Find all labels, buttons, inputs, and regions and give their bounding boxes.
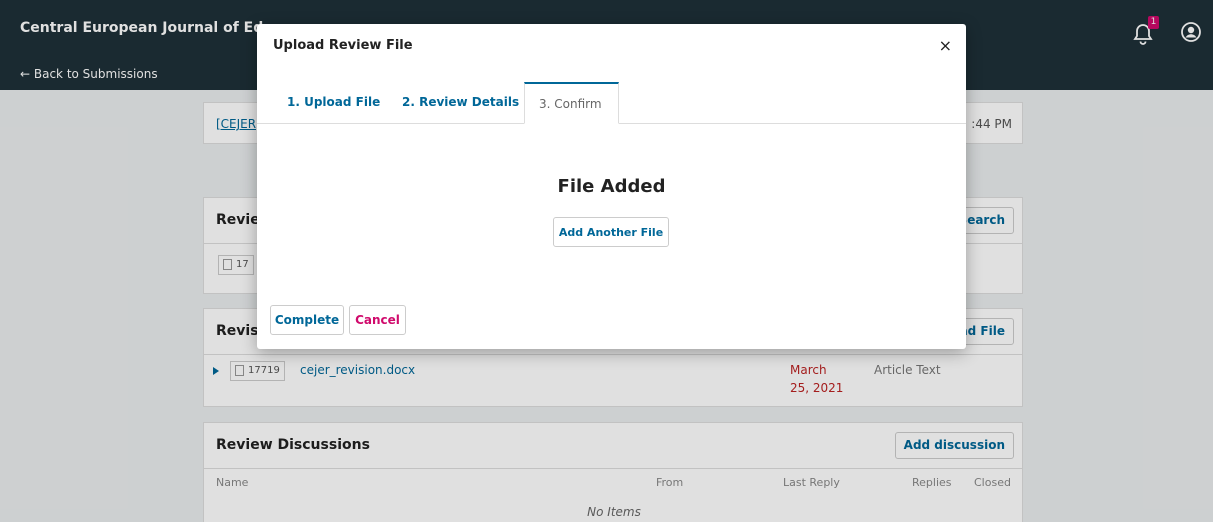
tab-confirm[interactable]: 3. Confirm xyxy=(524,82,619,124)
tab-review-details[interactable]: 2. Review Details xyxy=(388,82,533,124)
cancel-button[interactable]: Cancel xyxy=(349,305,406,335)
complete-button[interactable]: Complete xyxy=(270,305,344,335)
upload-review-file-modal: Upload Review File × 1. Upload File 2. R… xyxy=(257,24,966,349)
add-another-file-button[interactable]: Add Another File xyxy=(553,217,669,247)
close-icon[interactable]: × xyxy=(939,36,952,55)
file-added-heading: File Added xyxy=(557,176,666,197)
modal-title: Upload Review File xyxy=(273,38,413,53)
tab-upload-file[interactable]: 1. Upload File xyxy=(273,82,394,124)
